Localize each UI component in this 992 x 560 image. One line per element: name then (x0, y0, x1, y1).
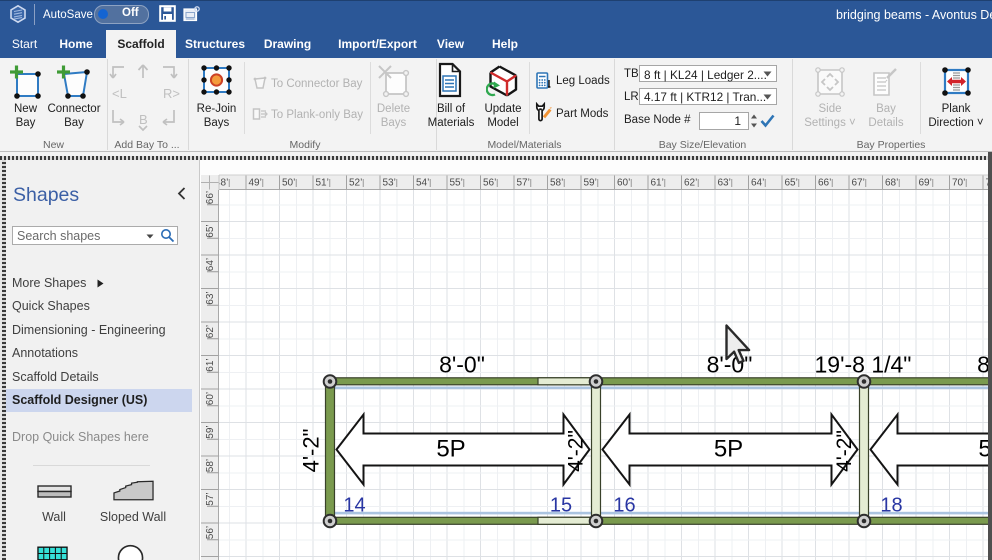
svg-text:8'-0": 8'-0" (977, 352, 988, 378)
svg-text:61’: 61’ (205, 358, 216, 371)
svg-text:58’: 58’ (205, 459, 216, 472)
svg-text:5P: 5P (978, 436, 988, 463)
svg-text:55’: 55’ (450, 178, 463, 189)
svg-text:50’: 50’ (282, 178, 295, 189)
svg-text:5P: 5P (714, 436, 743, 463)
svg-text:68’: 68’ (885, 178, 898, 189)
svg-text:66’: 66’ (818, 178, 831, 189)
svg-text:64’: 64’ (205, 258, 216, 271)
svg-text:66’: 66’ (205, 191, 216, 204)
svg-text:62’: 62’ (684, 178, 697, 189)
svg-text:60’: 60’ (617, 178, 630, 189)
svg-text:56’: 56’ (205, 526, 216, 539)
svg-text:4'-2": 4'-2" (833, 430, 856, 472)
svg-text:65’: 65’ (205, 224, 216, 237)
svg-text:19'-8 1/4": 19'-8 1/4" (815, 352, 912, 378)
svg-text:57’: 57’ (517, 178, 530, 189)
svg-text:60’: 60’ (205, 392, 216, 405)
svg-text:4'-2": 4'-2" (565, 430, 588, 472)
svg-text:15: 15 (550, 495, 572, 517)
svg-text:62’: 62’ (205, 325, 216, 338)
svg-text:57’: 57’ (205, 492, 216, 505)
svg-text:8'-0": 8'-0" (439, 352, 485, 378)
svg-text:64’: 64’ (751, 178, 764, 189)
svg-text:49’: 49’ (249, 178, 262, 189)
svg-text:65’: 65’ (785, 178, 798, 189)
svg-text:67’: 67’ (852, 178, 865, 189)
svg-text:63’: 63’ (205, 291, 216, 304)
svg-text:18: 18 (880, 495, 902, 517)
svg-text:16: 16 (613, 495, 635, 517)
svg-text:51’: 51’ (316, 178, 329, 189)
svg-text:54’: 54’ (416, 178, 429, 189)
svg-text:<L: <L (112, 86, 127, 101)
svg-text:52’: 52’ (349, 178, 362, 189)
svg-text:5P: 5P (436, 436, 465, 463)
svg-text:4'-2": 4'-2" (299, 429, 324, 473)
svg-text:B: B (139, 112, 148, 127)
svg-text:63’: 63’ (718, 178, 731, 189)
svg-text:69’: 69’ (919, 178, 932, 189)
svg-text:14: 14 (343, 495, 365, 517)
svg-text:70’: 70’ (952, 178, 965, 189)
svg-text:R>: R> (163, 86, 180, 101)
svg-text:59’: 59’ (584, 178, 597, 189)
svg-text:53’: 53’ (383, 178, 396, 189)
svg-text:58’: 58’ (550, 178, 563, 189)
svg-text:56’: 56’ (483, 178, 496, 189)
svg-text:59’: 59’ (205, 425, 216, 438)
svg-text:61’: 61’ (651, 178, 664, 189)
